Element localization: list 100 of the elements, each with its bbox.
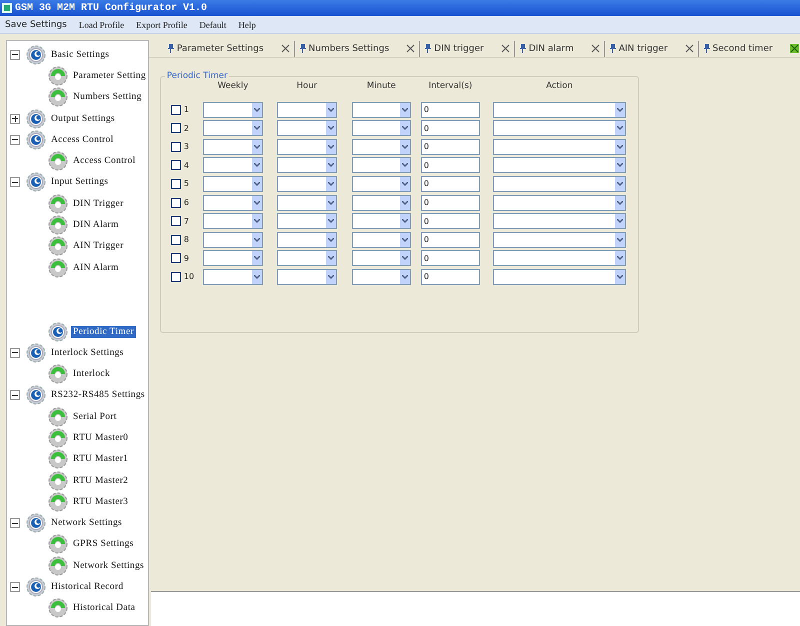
expander-toggle[interactable] (10, 348, 20, 358)
checkbox[interactable] (170, 272, 181, 282)
expander-toggle[interactable] (10, 177, 20, 188)
tree-item[interactable]: Basic Settings (49, 48, 112, 61)
tree-item[interactable]: AIN Alarm (71, 262, 121, 274)
menu-item[interactable]: Export Profile (136, 20, 188, 30)
tree-item[interactable]: DIN Alarm (71, 219, 121, 232)
dropdown[interactable] (276, 157, 337, 174)
tree-item[interactable]: Access Control (49, 134, 116, 146)
close-icon[interactable] (684, 44, 694, 53)
menu-item[interactable]: Help (238, 20, 256, 30)
dropdown[interactable] (276, 176, 337, 192)
close-icon[interactable] (500, 44, 510, 53)
tree-item[interactable]: DIN Trigger (71, 198, 126, 210)
dropdown[interactable] (202, 268, 263, 285)
expander-toggle[interactable] (10, 518, 20, 528)
interval-field[interactable]: 0 (420, 102, 480, 118)
dropdown[interactable] (492, 157, 626, 174)
tab[interactable]: Second timer (698, 40, 800, 56)
tree-item[interactable]: GPRS Settings (71, 538, 136, 550)
dropdown[interactable] (276, 194, 337, 211)
checkbox[interactable] (170, 216, 181, 226)
tree-item[interactable]: Periodic Timer (71, 326, 136, 338)
menu-item[interactable]: Load Profile (78, 20, 124, 30)
tree-item[interactable]: Input Settings (49, 176, 110, 188)
dropdown[interactable] (202, 250, 263, 266)
menu-item[interactable]: Default (199, 20, 226, 30)
dropdown[interactable] (202, 232, 263, 248)
dropdown[interactable] (276, 232, 337, 248)
dropdown[interactable] (352, 194, 411, 211)
close-icon[interactable] (590, 44, 600, 53)
tree-item[interactable]: RTU Master2 (71, 474, 130, 487)
checkbox[interactable] (170, 142, 181, 152)
dropdown[interactable] (202, 194, 263, 211)
dropdown[interactable] (352, 176, 411, 192)
interval-field[interactable]: 0 (420, 176, 480, 192)
dropdown[interactable] (352, 268, 411, 285)
interval-field[interactable]: 0 (420, 268, 480, 285)
expander-toggle[interactable] (10, 134, 20, 145)
dropdown[interactable] (202, 102, 263, 118)
dropdown[interactable] (202, 157, 263, 174)
dropdown[interactable] (492, 194, 626, 211)
checkbox[interactable] (170, 123, 181, 134)
tree-item[interactable]: Parameter Setting (71, 70, 148, 82)
dropdown[interactable] (202, 176, 263, 192)
dropdown[interactable] (352, 138, 411, 155)
dropdown[interactable] (352, 157, 411, 174)
dropdown[interactable] (492, 176, 626, 192)
tree-item[interactable]: Interlock Settings (49, 346, 126, 359)
dropdown[interactable] (492, 268, 626, 285)
checkbox[interactable] (170, 104, 181, 115)
tree-item[interactable]: Numbers Setting (71, 91, 144, 104)
tab[interactable]: DIN alarm (514, 40, 605, 56)
dropdown[interactable] (276, 138, 337, 155)
dropdown[interactable] (276, 250, 337, 266)
close-icon[interactable] (406, 44, 416, 53)
dropdown[interactable] (492, 232, 626, 248)
expander-toggle[interactable] (10, 582, 20, 592)
interval-field[interactable]: 0 (420, 157, 480, 174)
tree-item[interactable]: RTU Master1 (71, 453, 130, 466)
checkbox[interactable] (170, 253, 181, 264)
dropdown[interactable] (276, 120, 337, 136)
dropdown[interactable] (202, 120, 263, 136)
dropdown[interactable] (492, 138, 626, 155)
menu-item[interactable]: Save Settings (5, 20, 67, 30)
tab[interactable]: Parameter Settings (162, 40, 295, 56)
interval-field[interactable]: 0 (420, 120, 480, 136)
dropdown[interactable] (276, 102, 337, 118)
tree-item[interactable]: AIN Trigger (71, 240, 126, 252)
dropdown[interactable] (276, 213, 337, 230)
tree-item[interactable]: Serial Port (71, 410, 119, 423)
dropdown[interactable] (492, 120, 626, 136)
tree-item[interactable]: Network Settings (49, 517, 124, 530)
dropdown[interactable] (352, 250, 411, 266)
tree-item[interactable]: Interlock (71, 368, 112, 380)
interval-field[interactable]: 0 (420, 194, 480, 211)
tree-item[interactable]: Historical Record (49, 581, 126, 594)
interval-field[interactable]: 0 (420, 232, 480, 248)
dropdown[interactable] (202, 213, 263, 230)
tree-item[interactable]: Network Settings (71, 560, 146, 572)
dropdown[interactable] (492, 250, 626, 266)
checkbox[interactable] (170, 160, 181, 170)
expander-toggle[interactable] (10, 50, 20, 60)
tree-item[interactable]: Historical Data (71, 602, 138, 614)
dropdown[interactable] (202, 138, 263, 155)
dropdown[interactable] (492, 102, 626, 118)
tree-item[interactable]: RS232-RS485 Settings (49, 389, 147, 402)
tree-item[interactable]: RTU Master0 (71, 432, 130, 444)
tree-item[interactable]: RTU Master3 (71, 496, 130, 508)
tab[interactable]: Numbers Settings (294, 40, 420, 56)
dropdown[interactable] (352, 232, 411, 248)
tab[interactable]: DIN trigger (420, 40, 515, 56)
dropdown[interactable] (352, 120, 411, 136)
dropdown[interactable] (276, 268, 337, 285)
dropdown[interactable] (492, 213, 626, 230)
interval-field[interactable]: 0 (420, 250, 480, 266)
tree-item[interactable]: Output Settings (49, 112, 117, 125)
checkbox[interactable] (170, 198, 181, 208)
checkbox[interactable] (170, 234, 181, 245)
close-icon[interactable] (280, 44, 290, 53)
